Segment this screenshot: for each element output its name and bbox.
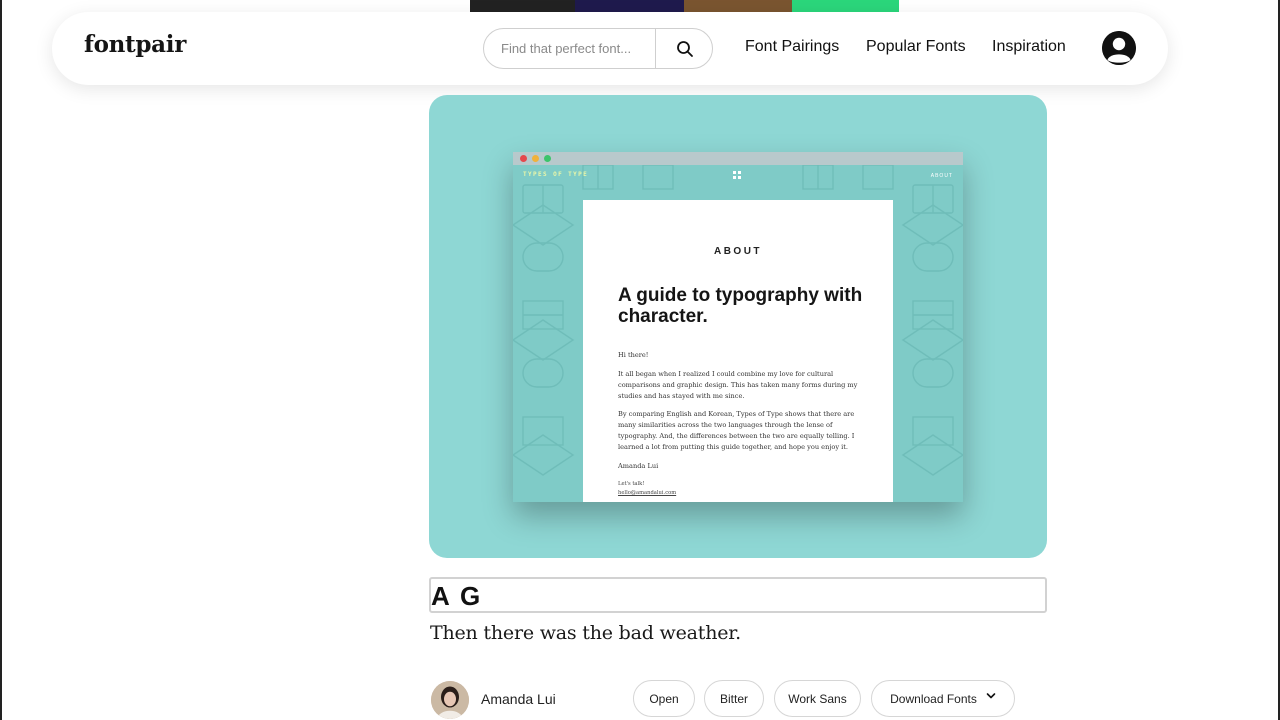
window-border-left: [0, 0, 2, 720]
author-avatar[interactable]: [431, 681, 469, 719]
hero-preview-card[interactable]: TYPES OF TYPE ABOUT ABOUT A guide to typ…: [429, 95, 1047, 558]
search-bar: [483, 28, 713, 69]
mockup-heading: A guide to typography with character.: [618, 285, 863, 327]
author-name-link[interactable]: Amanda Lui: [481, 691, 556, 707]
color-swatch: [575, 0, 684, 12]
site-logo[interactable]: fontpair: [84, 31, 186, 58]
grid-icon: [733, 171, 741, 179]
account-button[interactable]: [1102, 31, 1136, 65]
mockup-about-link: ABOUT: [930, 173, 953, 179]
maximize-dot-icon: [544, 155, 551, 162]
website-mockup: TYPES OF TYPE ABOUT ABOUT A guide to typ…: [513, 152, 963, 502]
heading-sample-text: A G: [431, 581, 483, 611]
search-input[interactable]: [485, 30, 653, 67]
mockup-greeting: Hi there!: [618, 351, 649, 359]
mockup-paragraph: It all began when I realized I could com…: [618, 370, 858, 400]
nav-link-font-pairings[interactable]: Font Pairings: [745, 38, 839, 56]
mockup-signature: Amanda Lui: [618, 462, 659, 470]
user-icon: [1102, 31, 1136, 65]
mockup-content-page: ABOUT A guide to typography with charact…: [583, 200, 893, 502]
close-dot-icon: [520, 155, 527, 162]
mockup-site-title: TYPES OF TYPE: [523, 171, 589, 178]
browser-titlebar: [513, 152, 963, 165]
mockup-paragraph: By comparing English and Korean, Types o…: [618, 410, 855, 451]
mockup-contact-email: hello@amandalui.com: [618, 490, 677, 496]
color-strip: [470, 0, 899, 12]
minimize-dot-icon: [532, 155, 539, 162]
nav-link-popular-fonts[interactable]: Popular Fonts: [866, 38, 966, 56]
author-photo: [431, 681, 469, 719]
color-swatch: [684, 0, 792, 12]
font-chip-open[interactable]: Open: [633, 680, 695, 717]
color-swatch: [470, 0, 575, 12]
chevron-down-icon: [986, 692, 996, 698]
download-fonts-button[interactable]: Download Fonts: [871, 680, 1015, 717]
mockup-contact-label: Let's talk!: [618, 481, 645, 487]
heading-sample-input[interactable]: A G: [429, 577, 1047, 613]
font-chip-bitter[interactable]: Bitter: [704, 680, 764, 717]
mockup-page-body: TYPES OF TYPE ABOUT ABOUT A guide to typ…: [513, 165, 963, 502]
search-icon: [676, 40, 693, 57]
download-fonts-label: Download Fonts: [890, 691, 977, 706]
font-chip-work-sans[interactable]: Work Sans: [774, 680, 861, 717]
color-swatch: [792, 0, 899, 12]
search-button[interactable]: [656, 29, 713, 68]
navbar: fontpair Font Pairings Popular Fonts Ins…: [52, 12, 1168, 85]
nav-link-inspiration[interactable]: Inspiration: [992, 38, 1066, 56]
mockup-about-label: ABOUT: [713, 246, 763, 257]
body-sample-text[interactable]: Then there was the bad weather.: [430, 622, 741, 644]
